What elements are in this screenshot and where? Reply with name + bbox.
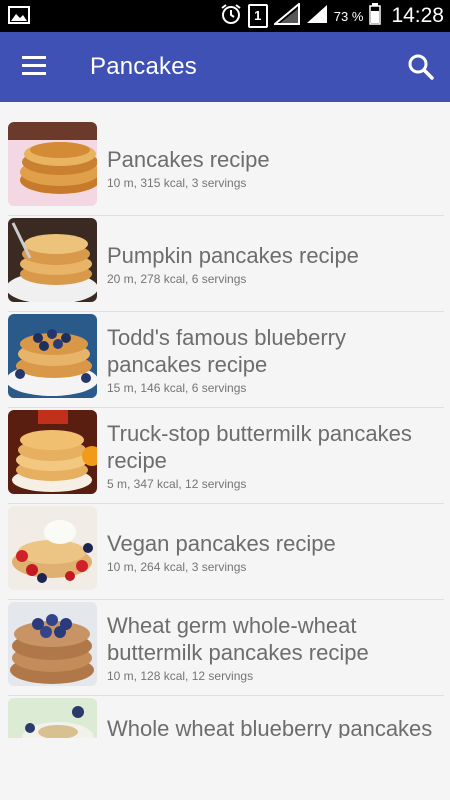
signal-icon: [306, 4, 328, 29]
recipe-title: Whole wheat blueberry pancakes recipe: [107, 716, 433, 738]
recipe-title: Pumpkin pancakes recipe: [107, 242, 359, 268]
battery-percent: 73 %: [333, 8, 364, 24]
recipe-meta: 5 m, 347 kcal, 12 servings: [107, 477, 247, 491]
list-item[interactable]: Vegan pancakes recipe 10 m, 264 kcal, 3 …: [8, 504, 444, 600]
recipe-title: Todd's famous blueberry pancakes recipe: [107, 325, 346, 377]
app-bar: Pancakes: [0, 32, 450, 102]
recipe-thumbnail: [8, 218, 97, 302]
sim-icon: 1: [247, 4, 268, 28]
recipe-thumbnail: [8, 698, 97, 738]
recipe-thumbnail: [8, 602, 97, 686]
page-title: Pancakes: [90, 53, 197, 80]
recipe-meta: 10 m, 264 kcal, 3 servings: [107, 559, 247, 574]
status-time: 14:28: [391, 4, 444, 27]
recipe-title: Vegan pancakes recipe: [107, 530, 336, 556]
hamburger-menu-icon[interactable]: [16, 51, 52, 83]
recipe-meta: 15 m, 146 kcal, 6 servings: [107, 381, 247, 395]
signal-icon: [272, 1, 300, 30]
recipe-list[interactable]: Pancakes recipe 10 m, 315 kcal, 3 servin…: [0, 120, 450, 738]
alarm-icon: [220, 3, 242, 30]
list-item[interactable]: Truck-stop buttermilk pancakes recipe 5 …: [8, 408, 444, 504]
recipe-meta: 10 m, 128 kcal, 12 servings: [107, 669, 254, 683]
status-bar: 1 73 % 14:28: [0, 0, 450, 32]
list-item[interactable]: Pancakes recipe 10 m, 315 kcal, 3 servin…: [8, 120, 444, 216]
recipe-title: Pancakes recipe: [107, 146, 270, 172]
list-item[interactable]: Wheat germ whole-wheat buttermilk pancak…: [8, 600, 444, 696]
search-icon[interactable]: [406, 52, 436, 82]
image-icon: [8, 6, 30, 29]
recipe-title: Truck-stop buttermilk pancakes recipe: [107, 421, 412, 473]
list-item[interactable]: Whole wheat blueberry pancakes recipe: [8, 696, 444, 738]
recipe-meta: 20 m, 278 kcal, 6 servings: [107, 271, 247, 286]
list-item[interactable]: Todd's famous blueberry pancakes recipe …: [8, 312, 444, 408]
battery-icon: [369, 2, 382, 30]
recipe-thumbnail: [8, 410, 97, 494]
recipe-title: Wheat germ whole-wheat buttermilk pancak…: [107, 613, 369, 665]
recipe-thumbnail: [8, 122, 97, 206]
recipe-thumbnail: [8, 314, 97, 398]
list-item[interactable]: Pumpkin pancakes recipe 20 m, 278 kcal, …: [8, 216, 444, 312]
recipe-meta: 10 m, 315 kcal, 3 servings: [107, 175, 247, 190]
recipe-thumbnail: [8, 506, 97, 590]
